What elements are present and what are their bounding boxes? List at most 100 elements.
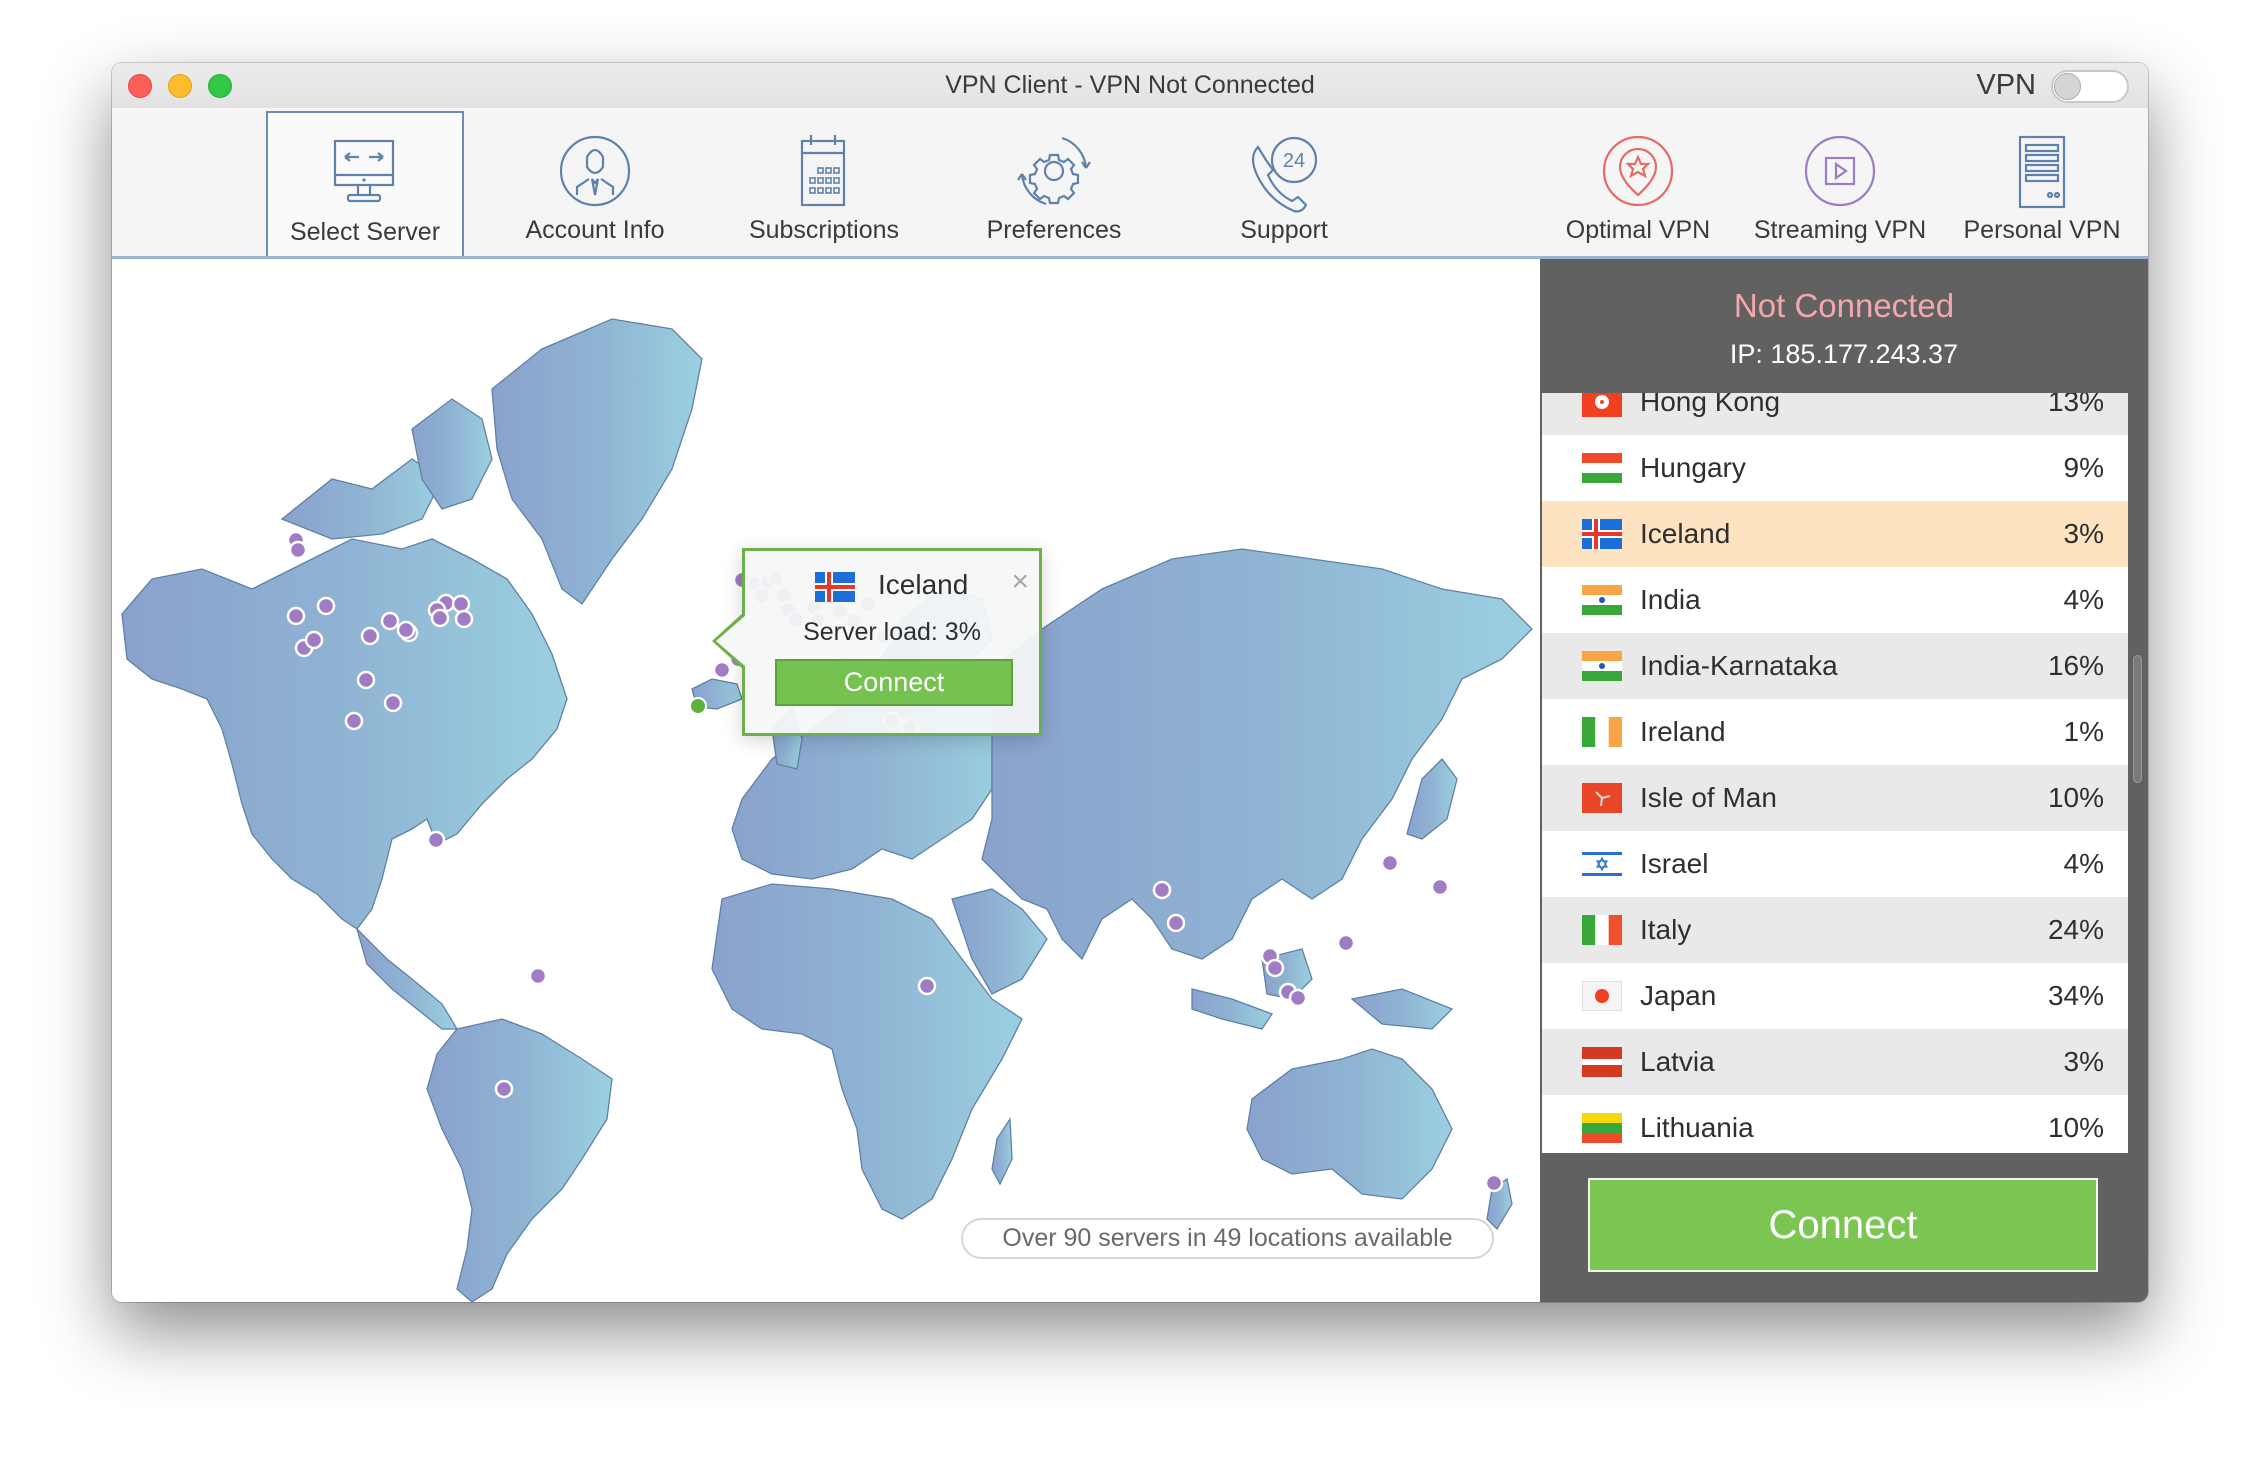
server-location-dot[interactable] (360, 626, 380, 646)
popup-connect-button[interactable]: Connect (775, 659, 1013, 706)
server-location-dot[interactable] (344, 711, 364, 731)
server-country: Lithuania (1640, 1112, 1754, 1143)
server-location-dot[interactable] (1484, 1173, 1504, 1193)
tab-select-server[interactable]: Select Server (266, 111, 464, 256)
vpn-toggle-knob (2054, 73, 2081, 100)
server-load: 3% (2063, 1046, 2104, 1077)
svg-text:24: 24 (1283, 150, 1305, 172)
hk-flag-icon (1582, 393, 1622, 417)
tab-account-info[interactable]: Account Info (496, 111, 694, 256)
indonesia-shape (1191, 988, 1273, 1030)
server-row[interactable]: India-Karnataka 16% (1542, 633, 2128, 699)
server-location-dot[interactable] (380, 611, 400, 631)
tab-optimal-vpn[interactable]: Optimal VPN (1539, 111, 1737, 256)
tab-label: Personal VPN (1963, 216, 2121, 244)
user-circle-icon (559, 135, 631, 207)
iceland-flag-icon (815, 572, 855, 602)
window-title: VPN Client - VPN Not Connected (945, 71, 1315, 99)
new-guinea-shape (1350, 988, 1454, 1030)
server-country: Ireland (1640, 716, 1726, 747)
server-row[interactable]: Hungary 9% (1542, 435, 2128, 501)
server-row[interactable]: Lithuania 10% (1542, 1095, 2128, 1153)
server-row[interactable]: Ireland 1% (1542, 699, 2128, 765)
lv-flag-icon (1582, 1047, 1622, 1077)
server-load: 9% (2063, 452, 2104, 483)
server-location-dot[interactable] (356, 670, 376, 690)
server-location-dot[interactable] (426, 830, 446, 850)
server-location-dot[interactable] (396, 620, 416, 640)
tab-preferences[interactable]: Preferences (955, 111, 1153, 256)
il-flag-icon (1582, 849, 1622, 879)
server-location-dot[interactable] (1166, 913, 1186, 933)
server-location-dot[interactable] (917, 976, 937, 996)
south-america-shape (426, 1018, 613, 1302)
server-popup: Iceland × Server load: 3% Connect (712, 548, 1042, 736)
play-circle-icon (1804, 135, 1876, 207)
in-flag-icon (1582, 651, 1622, 681)
server-country: India-Karnataka (1640, 650, 1838, 681)
server-row[interactable]: Isle of Man 10% (1542, 765, 2128, 831)
server-location-dot[interactable] (1265, 958, 1285, 978)
in-flag-icon (1582, 585, 1622, 615)
server-row[interactable]: Israel 4% (1542, 831, 2128, 897)
server-location-dot[interactable] (494, 1079, 514, 1099)
server-location-dot[interactable] (528, 966, 548, 986)
monitor-arrows-icon (333, 139, 395, 203)
server-row[interactable]: India 4% (1542, 567, 2128, 633)
server-country: Latvia (1640, 1046, 1715, 1077)
server-row[interactable]: Italy 24% (1542, 897, 2128, 963)
server-row[interactable]: Hong Kong 13% (1542, 393, 2128, 435)
title-bar: VPN Client - VPN Not Connected VPN (112, 63, 2148, 109)
tab-label: Account Info (525, 216, 665, 244)
server-row[interactable]: Iceland 3% (1542, 501, 2128, 567)
location-star-icon (1602, 135, 1674, 207)
server-location-dot[interactable] (304, 630, 324, 650)
central-america-shape (355, 926, 459, 1030)
tab-label: Support (1240, 216, 1328, 244)
vpn-toggle-label: VPN (1976, 69, 2036, 101)
tab-label: Preferences (986, 216, 1122, 244)
world-map[interactable]: Iceland × Server load: 3% Connect Over 9… (112, 259, 1540, 1302)
it-flag-icon (1582, 915, 1622, 945)
sidebar: Not Connected IP: 185.177.243.37 Hong Ko… (1540, 259, 2148, 1302)
server-location-dot[interactable] (430, 608, 450, 628)
server-row[interactable]: Latvia 3% (1542, 1029, 2128, 1095)
toolbar: Select Server Account Info Subscriptions… (112, 108, 2148, 259)
server-location-dot[interactable] (316, 596, 336, 616)
scrollbar-thumb[interactable] (2133, 655, 2142, 783)
server-location-dot[interactable] (1288, 988, 1308, 1008)
ie-flag-icon (1582, 717, 1622, 747)
server-location-dot[interactable] (1430, 877, 1450, 897)
server-location-dot[interactable] (1152, 880, 1172, 900)
server-list-scrollbar[interactable] (2130, 393, 2146, 1153)
tab-label: Subscriptions (748, 216, 900, 244)
server-location-dot[interactable] (1336, 933, 1356, 953)
server-location-dot[interactable] (454, 609, 474, 629)
server-country: Italy (1640, 914, 1692, 945)
tab-streaming-vpn[interactable]: Streaming VPN (1741, 111, 1939, 256)
server-location-dot[interactable] (288, 540, 308, 560)
world-map-canvas[interactable] (112, 259, 1540, 1302)
server-load: 10% (2047, 782, 2104, 813)
server-country: Hungary (1640, 452, 1746, 483)
server-row[interactable]: Japan 34% (1542, 963, 2128, 1029)
server-location-dot[interactable] (1380, 853, 1400, 873)
popup-close-icon[interactable]: × (1011, 567, 1029, 597)
server-location-dot[interactable] (286, 606, 306, 626)
tab-support[interactable]: 24 Support (1185, 111, 1383, 256)
calendar-icon (800, 135, 846, 207)
vpn-toggle[interactable] (2051, 70, 2129, 103)
server-load: 10% (2047, 1112, 2104, 1143)
server-location-dot[interactable] (451, 594, 471, 614)
tab-subscriptions[interactable]: Subscriptions (725, 111, 923, 256)
continents (121, 318, 1533, 1302)
server-location-dot[interactable] (383, 693, 403, 713)
server-load: 16% (2047, 650, 2104, 681)
connect-button[interactable]: Connect (1588, 1178, 2098, 1272)
selected-server-marker[interactable] (689, 697, 707, 715)
server-country: Isle of Man (1640, 782, 1777, 813)
tab-personal-vpn[interactable]: Personal VPN (1943, 111, 2141, 256)
server-load: 24% (2047, 914, 2104, 945)
server-list[interactable]: Hong Kong 13% Hungary 9% Iceland 3% India 4% Ind… (1542, 393, 2128, 1153)
popup-country-name: Iceland (878, 569, 969, 600)
